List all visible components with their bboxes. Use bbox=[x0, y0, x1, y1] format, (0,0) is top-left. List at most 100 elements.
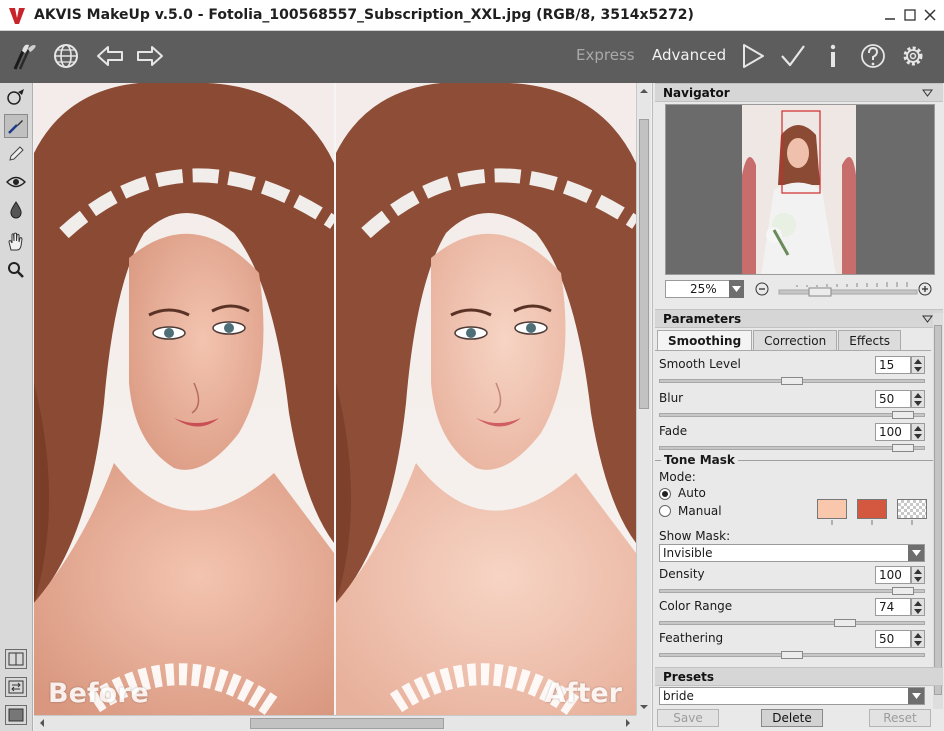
skin-color-swatch[interactable] bbox=[817, 499, 847, 519]
split-view-button[interactable] bbox=[5, 649, 27, 669]
mode-auto-label[interactable]: Auto bbox=[678, 486, 706, 500]
slider-thumb[interactable] bbox=[892, 411, 914, 419]
tab-correction[interactable]: Correction bbox=[753, 330, 838, 350]
drop-tool[interactable] bbox=[4, 198, 28, 222]
brushes-logo-button[interactable] bbox=[8, 40, 40, 72]
run-button[interactable] bbox=[737, 40, 769, 72]
settings-button[interactable] bbox=[897, 40, 929, 72]
mode-auto-radio[interactable] bbox=[659, 488, 671, 500]
canvas-horizontal-scrollbar[interactable] bbox=[34, 715, 636, 731]
spin-down-icon bbox=[914, 640, 922, 646]
horizontal-scroll-thumb[interactable] bbox=[250, 718, 444, 729]
navigator-preview[interactable] bbox=[665, 104, 935, 275]
show-mask-select[interactable]: Invisible bbox=[659, 544, 925, 562]
parameters-tabs: Smoothing Correction Effects bbox=[657, 330, 902, 350]
image-canvas[interactable]: Before After bbox=[34, 83, 636, 715]
slider-thumb[interactable] bbox=[892, 587, 914, 595]
spin-down-icon bbox=[914, 608, 922, 614]
color-range-spinner[interactable] bbox=[911, 598, 925, 616]
mode-label: Mode: bbox=[659, 470, 696, 484]
mode-advanced-button[interactable]: Advanced bbox=[652, 46, 726, 64]
tab-effects[interactable]: Effects bbox=[838, 330, 902, 350]
zoom-slider[interactable] bbox=[777, 279, 919, 299]
hand-tool[interactable] bbox=[4, 230, 28, 254]
help-icon bbox=[861, 44, 885, 68]
single-view-button[interactable] bbox=[5, 705, 27, 725]
help-button[interactable] bbox=[857, 40, 889, 72]
fade-slider[interactable] bbox=[659, 444, 925, 452]
parameters-scroll-thumb[interactable] bbox=[934, 325, 942, 695]
close-button[interactable] bbox=[920, 5, 940, 25]
eye-tool[interactable] bbox=[4, 170, 28, 194]
density-label: Density bbox=[659, 567, 705, 581]
feathering-slider[interactable] bbox=[659, 651, 925, 659]
chevron-down-icon bbox=[732, 286, 741, 292]
main-toolbar: Express Advanced bbox=[0, 31, 944, 83]
delete-preset-button[interactable]: Delete bbox=[761, 709, 823, 727]
zoom-tool[interactable] bbox=[4, 258, 28, 282]
spin-down-icon bbox=[914, 366, 922, 372]
mode-manual-radio[interactable] bbox=[659, 505, 671, 517]
canvas-vertical-scrollbar[interactable] bbox=[636, 83, 651, 715]
slider-thumb[interactable] bbox=[781, 377, 803, 385]
density-slider[interactable] bbox=[659, 587, 925, 595]
play-icon bbox=[743, 44, 764, 68]
redo-button[interactable] bbox=[134, 40, 166, 72]
presets-header[interactable]: Presets bbox=[655, 667, 943, 686]
reset-preset-button[interactable]: Reset bbox=[869, 709, 931, 727]
zoom-dropdown-button[interactable] bbox=[729, 280, 744, 298]
hand-icon bbox=[8, 232, 23, 251]
smooth-level-spinner[interactable] bbox=[911, 356, 925, 374]
mode-manual-label[interactable]: Manual bbox=[678, 504, 722, 518]
vertical-scroll-thumb[interactable] bbox=[639, 119, 649, 409]
preset-select[interactable]: bride bbox=[659, 687, 925, 705]
shadow-color-swatch[interactable] bbox=[857, 499, 887, 519]
info-button[interactable] bbox=[817, 40, 849, 72]
tools-panel bbox=[0, 83, 33, 731]
mode-express-button[interactable]: Express bbox=[576, 46, 635, 64]
zoom-out-button[interactable] bbox=[755, 282, 769, 296]
navigator-header[interactable]: Navigator bbox=[655, 83, 943, 102]
brush-tool[interactable] bbox=[4, 114, 28, 138]
save-preset-button[interactable]: Save bbox=[657, 709, 719, 727]
preset-dropdown[interactable] bbox=[908, 688, 924, 704]
undo-button[interactable] bbox=[94, 40, 126, 72]
maximize-icon bbox=[904, 9, 916, 21]
apply-button[interactable] bbox=[777, 40, 809, 72]
tabs-underline bbox=[655, 350, 931, 351]
swap-view-button[interactable] bbox=[5, 677, 27, 697]
parameters-header[interactable]: Parameters bbox=[655, 309, 943, 328]
slider-thumb[interactable] bbox=[834, 619, 856, 627]
pencil-tool[interactable] bbox=[4, 142, 28, 166]
feathering-input[interactable]: 50 bbox=[875, 630, 911, 648]
smooth-level-input[interactable]: 15 bbox=[875, 356, 911, 374]
slider-thumb[interactable] bbox=[781, 651, 803, 659]
fade-input[interactable]: 100 bbox=[875, 423, 911, 441]
feathering-spinner[interactable] bbox=[911, 630, 925, 648]
zoom-in-button[interactable] bbox=[918, 282, 932, 296]
zoom-level-field[interactable]: 25% bbox=[665, 280, 731, 298]
color-range-input[interactable]: 74 bbox=[875, 598, 911, 616]
spin-down-icon bbox=[914, 400, 922, 406]
show-mask-label: Show Mask: bbox=[659, 529, 731, 543]
minimize-button[interactable] bbox=[880, 5, 900, 25]
density-spinner[interactable] bbox=[911, 566, 925, 584]
before-pane: Before bbox=[34, 83, 334, 715]
color-range-slider[interactable] bbox=[659, 619, 925, 627]
show-mask-dropdown[interactable] bbox=[908, 545, 924, 561]
parameters-scrollbar[interactable] bbox=[933, 313, 943, 709]
slider-thumb[interactable] bbox=[892, 444, 914, 452]
transparent-color-swatch[interactable] bbox=[897, 499, 927, 519]
blur-input[interactable]: 50 bbox=[875, 390, 911, 408]
blur-spinner[interactable] bbox=[911, 390, 925, 408]
scroll-corner bbox=[636, 715, 651, 731]
web-button[interactable] bbox=[50, 40, 82, 72]
fade-spinner[interactable] bbox=[911, 423, 925, 441]
makeup-tool[interactable] bbox=[4, 86, 28, 110]
blur-slider[interactable] bbox=[659, 411, 925, 419]
maximize-button[interactable] bbox=[900, 5, 920, 25]
density-input[interactable]: 100 bbox=[875, 566, 911, 584]
tab-smoothing[interactable]: Smoothing bbox=[657, 330, 753, 350]
smooth-level-slider[interactable] bbox=[659, 377, 925, 385]
preset-value: bride bbox=[663, 689, 694, 703]
